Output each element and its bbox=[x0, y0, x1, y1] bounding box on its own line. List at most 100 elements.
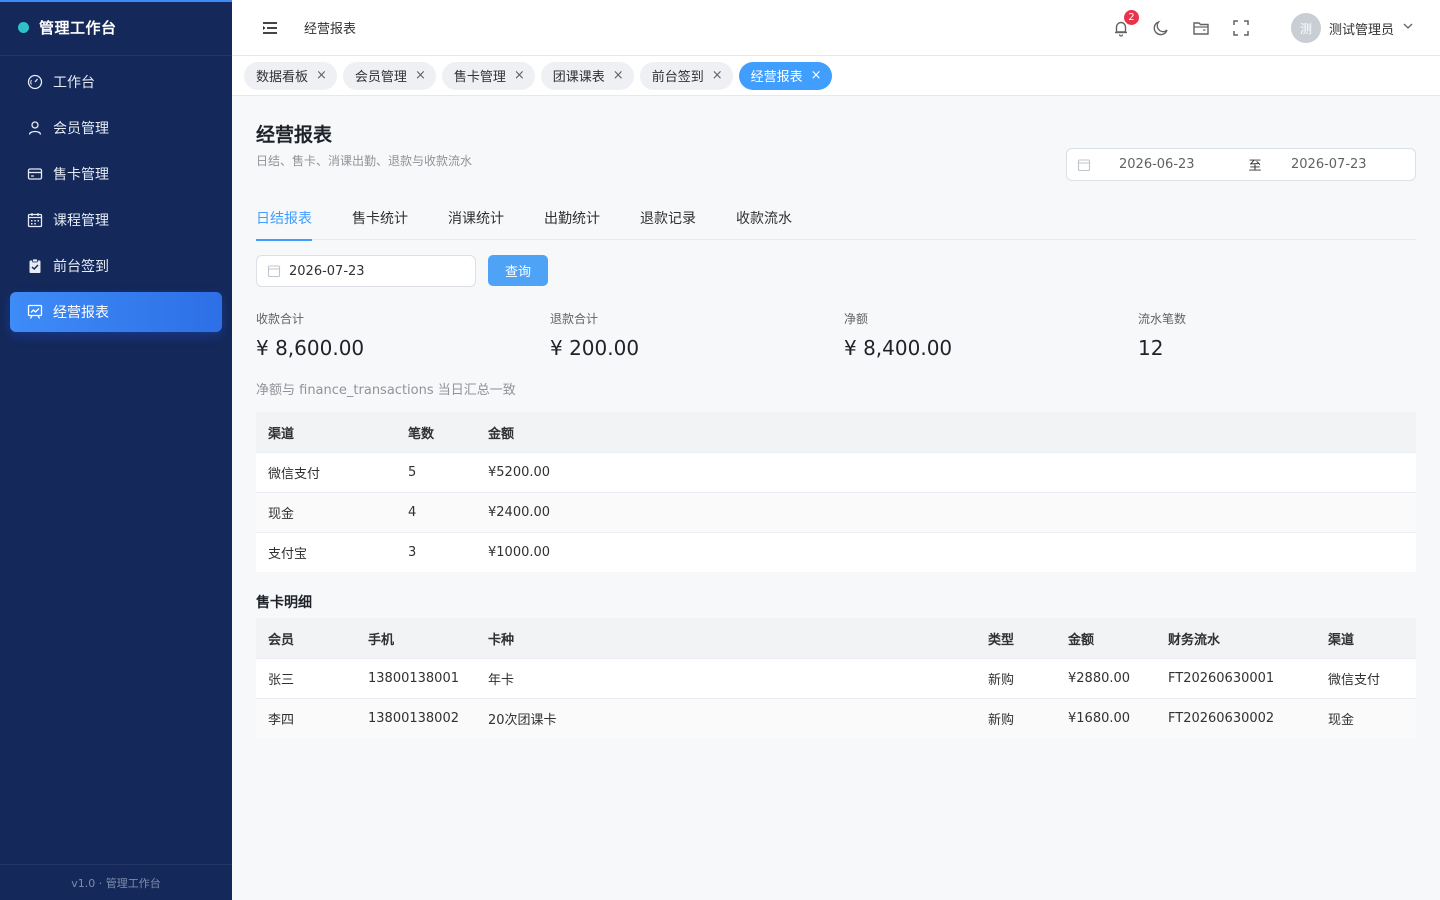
card-icon bbox=[26, 165, 44, 183]
tab-label: 数据看板 bbox=[256, 70, 309, 85]
table-cell: FT20260630001 bbox=[1168, 671, 1275, 686]
sidebar-item-label: 售卡管理 bbox=[53, 167, 109, 183]
tab-checkin[interactable]: 前台签到 × bbox=[639, 61, 733, 90]
menu-toggle-icon[interactable] bbox=[260, 18, 280, 38]
table-cell: 微信支付 bbox=[268, 467, 321, 482]
brand: 管理工作台 bbox=[0, 0, 232, 56]
table-cell: ¥1680.00 bbox=[1068, 711, 1131, 726]
table-cell: 张三 bbox=[268, 673, 295, 688]
table-row: 现金 4 ¥2400.00 bbox=[256, 492, 1416, 532]
main-content: 经营报表 日结、售卡、消课出勤、退款与收款流水 2026-06-23 至 202… bbox=[232, 96, 1440, 900]
sidebar-footer: v1.0 · 管理工作台 bbox=[0, 864, 232, 900]
sidebar-accent-line bbox=[0, 0, 232, 2]
table-row: 微信支付 5 ¥5200.00 bbox=[256, 452, 1416, 492]
sidebar-item-dashboard[interactable]: 工作台 bbox=[10, 62, 222, 102]
table-cell: ¥2880.00 bbox=[1068, 671, 1131, 686]
sidebar-item-members[interactable]: 会员管理 bbox=[10, 108, 222, 148]
stat-label: 退款合计 bbox=[550, 312, 599, 326]
range-separator: 至 bbox=[1248, 159, 1262, 174]
close-icon[interactable]: × bbox=[316, 68, 327, 83]
tab-reports[interactable]: 经营报表 × bbox=[738, 61, 832, 90]
user-menu[interactable]: 测 测试管理员 bbox=[1290, 13, 1414, 43]
folder-icon[interactable] bbox=[1191, 18, 1211, 38]
tab-cards[interactable]: 售卡管理 × bbox=[441, 61, 535, 90]
report-date-input[interactable]: 2026-07-23 bbox=[256, 255, 476, 287]
table-row: 支付宝 3 ¥1000.00 bbox=[256, 532, 1416, 572]
tab-payment-flow[interactable]: 收款流水 bbox=[736, 208, 792, 240]
query-button[interactable]: 查询 bbox=[488, 255, 548, 286]
table-cell: 微信支付 bbox=[1328, 673, 1381, 688]
reconciliation-note: 净额与 finance_transactions 当日汇总一致 bbox=[256, 383, 516, 398]
report-icon bbox=[26, 303, 44, 321]
sidebar-item-reports[interactable]: 经营报表 bbox=[10, 292, 222, 332]
column-header: 渠道 bbox=[268, 426, 295, 442]
card-sales-section-title: 售卡明细 bbox=[256, 595, 312, 611]
table-cell: 现金 bbox=[268, 507, 295, 522]
stat-value: ¥ 200.00 bbox=[550, 336, 640, 360]
page-title: 经营报表 bbox=[256, 124, 333, 146]
tab-dashboard[interactable]: 数据看板 × bbox=[244, 61, 337, 90]
stat-net-amount: 净额 ¥ 8,400.00 bbox=[844, 310, 952, 360]
sidebar-item-label: 工作台 bbox=[53, 75, 95, 91]
sidebar-item-label: 课程管理 bbox=[53, 213, 109, 229]
notification-badge: 2 bbox=[1122, 9, 1140, 26]
column-header: 金额 bbox=[1068, 632, 1095, 648]
range-start[interactable]: 2026-06-23 bbox=[1119, 157, 1219, 172]
user-name: 测试管理员 bbox=[1328, 22, 1394, 38]
table-cell: 13800138002 bbox=[368, 711, 459, 726]
stat-label: 收款合计 bbox=[256, 312, 305, 326]
stat-value: ¥ 8,400.00 bbox=[844, 336, 953, 360]
tab-group-classes[interactable]: 团课课表 × bbox=[540, 61, 634, 90]
column-header: 卡种 bbox=[488, 632, 515, 648]
card-sales-table: 会员 手机 卡种 类型 金额 财务流水 渠道 张三 13800138001 年卡… bbox=[256, 618, 1416, 738]
range-end[interactable]: 2026-07-23 bbox=[1291, 157, 1367, 172]
table-header: 渠道 笔数 金额 bbox=[256, 412, 1416, 452]
sidebar-menu: 工作台 会员管理 售卡管理 课程管理 前台签到 经营报表 bbox=[0, 56, 232, 332]
table-cell: 新购 bbox=[988, 673, 1015, 688]
tab-class-consumption[interactable]: 消课统计 bbox=[448, 208, 504, 240]
sidebar-item-courses[interactable]: 课程管理 bbox=[10, 200, 222, 240]
chevron-down-icon bbox=[1402, 20, 1414, 36]
close-icon[interactable]: × bbox=[811, 68, 822, 83]
date-range-picker[interactable]: 2026-06-23 至 2026-07-23 bbox=[1066, 148, 1416, 181]
tab-attendance[interactable]: 出勤统计 bbox=[544, 208, 600, 240]
stat-total-received: 收款合计 ¥ 8,600.00 bbox=[256, 310, 364, 360]
tab-label: 团课课表 bbox=[552, 70, 605, 85]
tab-card-sales[interactable]: 售卡统计 bbox=[352, 208, 408, 240]
close-icon[interactable]: × bbox=[712, 68, 723, 83]
table-cell: ¥1000.00 bbox=[488, 545, 551, 560]
table-cell: 年卡 bbox=[488, 673, 515, 688]
stat-transaction-count: 流水笔数 12 bbox=[1138, 310, 1186, 360]
close-icon[interactable]: × bbox=[514, 68, 525, 83]
sidebar-item-checkin[interactable]: 前台签到 bbox=[10, 246, 222, 286]
fullscreen-icon[interactable] bbox=[1231, 18, 1251, 38]
table-cell: 5 bbox=[408, 465, 417, 480]
tab-daily-report[interactable]: 日结报表 bbox=[256, 208, 312, 241]
stat-value: ¥ 8,600.00 bbox=[256, 336, 365, 360]
tab-refunds[interactable]: 退款记录 bbox=[640, 208, 696, 240]
tab-members[interactable]: 会员管理 × bbox=[342, 61, 436, 90]
table-row: 李四 13800138002 20次团课卡 新购 ¥1680.00 FT2026… bbox=[256, 698, 1416, 738]
stat-label: 净额 bbox=[844, 312, 869, 326]
brand-title: 管理工作台 bbox=[39, 19, 117, 37]
dark-mode-moon-icon[interactable] bbox=[1151, 18, 1171, 38]
close-icon[interactable]: × bbox=[415, 68, 426, 83]
close-icon[interactable]: × bbox=[613, 68, 624, 83]
table-cell: 新购 bbox=[988, 713, 1015, 728]
breadcrumb: 经营报表 bbox=[304, 22, 357, 37]
stat-value: 12 bbox=[1138, 336, 1164, 360]
table-cell: 3 bbox=[408, 545, 417, 560]
brand-dot-icon bbox=[18, 22, 29, 33]
calendar-icon bbox=[1077, 158, 1091, 172]
stat-label: 流水笔数 bbox=[1138, 312, 1187, 326]
notification-bell-icon[interactable]: 2 bbox=[1111, 9, 1140, 38]
summary-stats: 收款合计 ¥ 8,600.00 退款合计 ¥ 200.00 净额 ¥ 8,400… bbox=[256, 310, 1416, 370]
tab-label: 会员管理 bbox=[354, 70, 407, 85]
user-icon bbox=[26, 119, 44, 137]
sidebar: 管理工作台 工作台 会员管理 售卡管理 课程管理 前台签到 经营报表 v1.0 … bbox=[0, 0, 232, 900]
table-cell: 13800138001 bbox=[368, 671, 459, 686]
sidebar-item-cards[interactable]: 售卡管理 bbox=[10, 154, 222, 194]
sidebar-item-label: 前台签到 bbox=[53, 259, 109, 275]
table-cell: 现金 bbox=[1328, 713, 1355, 728]
column-header: 笔数 bbox=[408, 426, 435, 442]
